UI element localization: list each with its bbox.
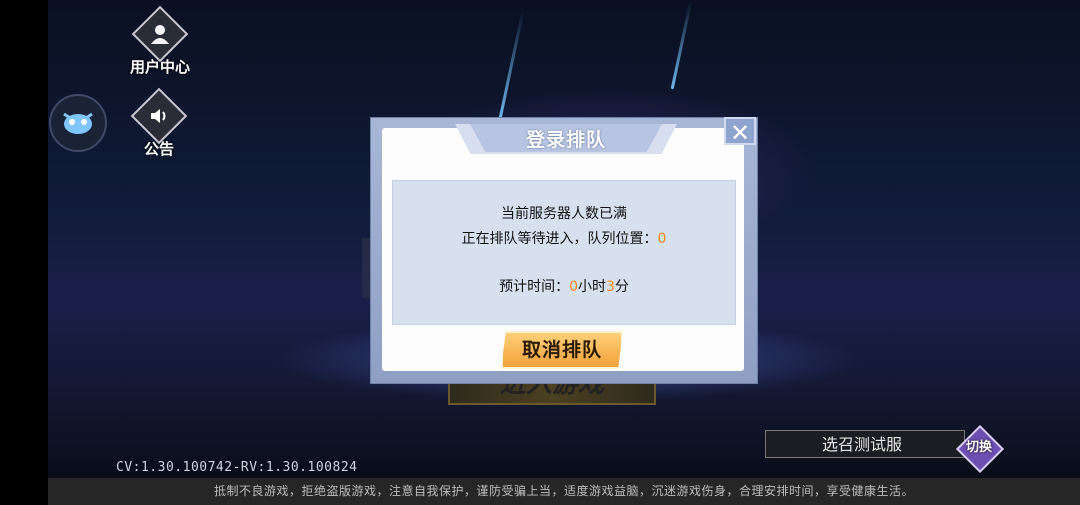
queue-position-label: 正在排队等待进入，队列位置： (461, 231, 658, 247)
queue-position-value: 0 (657, 231, 667, 247)
eta-line: 预计时间：0小时3分 (393, 276, 735, 296)
health-notice-footer: 抵制不良游戏，拒绝盗版游戏，注意自我保护，谨防受骗上当，适度游戏益脑，沉迷游戏伤… (48, 478, 1080, 505)
server-selector[interactable]: 选召测试服 (765, 430, 965, 458)
server-full-text: 当前服务器人数已满 (501, 206, 627, 222)
close-icon: ✕ (729, 119, 751, 147)
pet-icon (63, 112, 93, 134)
speaker-icon (151, 109, 166, 123)
switch-label: 切换 (965, 440, 992, 455)
eta-label: 预计时间： (499, 279, 570, 295)
notice-diamond (130, 87, 188, 145)
dialog-title: 登录排队 (525, 129, 606, 151)
pet-avatar-button[interactable] (49, 94, 107, 152)
user-icon (151, 25, 169, 44)
eta-hours-unit: 小时 (578, 279, 606, 295)
close-button[interactable]: ✕ (724, 117, 756, 147)
left-letterbox (0, 0, 48, 505)
server-name: 选召测试服 (822, 435, 903, 454)
eta-minutes-value: 3 (606, 279, 615, 295)
cancel-queue-button[interactable]: 取消排队 (501, 331, 623, 369)
eta-hours-value: 0 (569, 279, 578, 295)
game-screen: 用户中心 公告 进入游戏 登录排队 ✕ 当前服务器人数已满 正在排队等待进入，队… (0, 0, 1080, 505)
switch-server-button[interactable]: 切换 (955, 424, 1005, 474)
notice-button[interactable]: 公告 (119, 87, 199, 159)
user-center-diamond (131, 5, 189, 63)
queue-info-box: 当前服务器人数已满 正在排队等待进入，队列位置：0 预计时间：0小时3分 (392, 180, 736, 325)
user-center-button[interactable]: 用户中心 (120, 5, 200, 77)
version-text: CV:1.30.100742-RV:1.30.100824 (116, 460, 358, 475)
eta-minutes-unit: 分 (614, 279, 629, 295)
queue-position-line: 正在排队等待进入，队列位置：0 (393, 228, 735, 248)
